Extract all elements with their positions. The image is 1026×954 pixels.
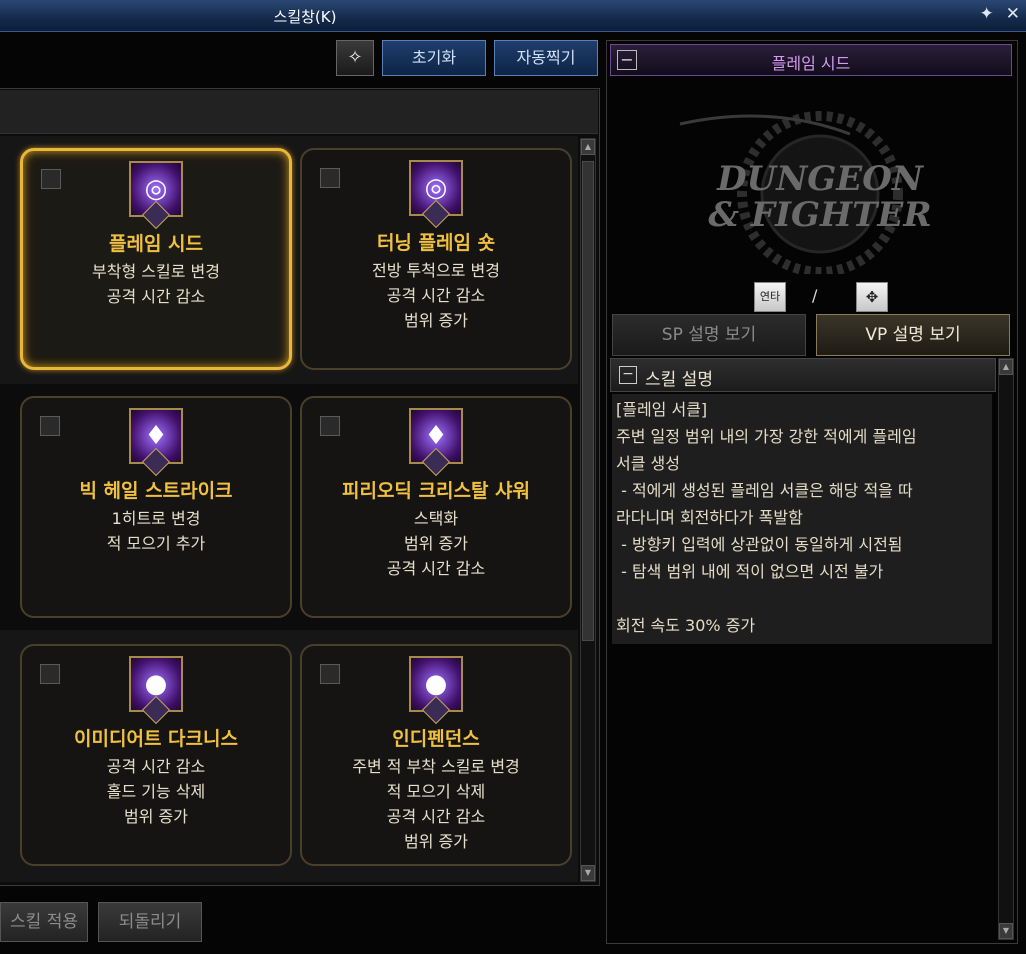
description-line: - 탐색 범위 내에 적이 없으면 시전 불가 [616, 562, 884, 581]
skill-name: 터닝 플레임 숏 [376, 232, 496, 254]
collapse-icon[interactable]: − [619, 366, 637, 384]
skill-checkbox[interactable] [40, 416, 60, 436]
title-bar: 스킬창(K) ✦ ✕ [0, 0, 1026, 32]
scroll-up-icon[interactable]: ▲ [999, 359, 1013, 375]
skill-name: 이미디어트 다크니스 [74, 728, 238, 750]
scroll-down-icon[interactable]: ▼ [581, 865, 595, 881]
orb-icon: ● [409, 656, 463, 725]
combo-button[interactable]: 연타 [754, 282, 786, 312]
skill-desc-line: 홀드 기능 삭제 [106, 782, 206, 801]
skill-desc-line: 1히트로 변경 [111, 509, 201, 528]
skill-description-header: − 스킬 설명 [610, 358, 996, 392]
skill-detail-header: − 플레임 시드 [610, 44, 1012, 76]
skill-desc-line: 적 모으기 삭제 [386, 782, 486, 801]
grade-i-badge-icon [141, 695, 171, 725]
tool-icon[interactable]: ✧ [336, 40, 374, 76]
skill-card-turning-flame-shot[interactable]: ◎ 터닝 플레임 숏 전방 투척으로 변경 공격 시간 감소 범위 증가 [300, 148, 572, 370]
skill-desc: 전방 투척으로 변경 공격 시간 감소 범위 증가 [302, 258, 570, 333]
scroll-thumb[interactable] [582, 161, 594, 641]
revert-button[interactable]: 되돌리기 [98, 902, 202, 942]
skill-description-label: 스킬 설명 [645, 370, 713, 390]
grade-ii-badge-icon [421, 447, 451, 477]
reset-button[interactable]: 초기화 [382, 40, 486, 76]
separator-slash: / [812, 286, 818, 305]
description-line: 서클 생성 [616, 454, 680, 473]
grade-i-badge-icon [141, 200, 171, 230]
description-line: [플레임 서클] [616, 400, 708, 419]
skill-description-text: [플레임 서클] 주변 일정 범위 내의 가장 강한 적에게 플레임 서클 생성… [612, 394, 992, 644]
grade-i-badge-icon [141, 447, 171, 477]
skill-detail-title: 플레임 시드 [771, 54, 851, 73]
skill-desc-line: 공격 시간 감소 [106, 757, 206, 776]
grade-ii-badge-icon [421, 199, 451, 229]
skill-desc-line: 스택화 [413, 509, 459, 528]
apply-skill-button[interactable]: 스킬 적용 [0, 902, 88, 942]
dungeon-fighter-logo: DUNGEON & FIGHTER [679, 111, 932, 274]
skill-card-periodic-crystal-shower[interactable]: ♦ 피리오딕 크리스탈 샤워 스택화 범위 증가 공격 시간 감소 [300, 396, 572, 618]
skill-desc: 공격 시간 감소 홀드 기능 삭제 범위 증가 [22, 754, 290, 829]
autolearn-button[interactable]: 자동찍기 [494, 40, 598, 76]
skill-card-independence[interactable]: ● 인디펜던스 주변 적 부착 스킬로 변경 적 모으기 삭제 공격 시간 감소… [300, 644, 572, 866]
skill-desc: 부착형 스킬로 변경 공격 시간 감소 [23, 259, 289, 309]
logo-line-1: DUNGEON [716, 159, 925, 199]
scroll-down-icon[interactable]: ▼ [999, 923, 1013, 939]
skill-desc-line: 공격 시간 감소 [386, 807, 486, 826]
tab-vp-description[interactable]: VP 설명 보기 [816, 314, 1010, 356]
skill-desc-line: 전방 투척으로 변경 [372, 261, 500, 280]
skill-desc-line: 범위 증가 [124, 807, 188, 826]
skill-card-flame-seed[interactable]: ◎ 플레임 시드 부착형 스킬로 변경 공격 시간 감소 [20, 148, 292, 370]
description-line: - 적에게 생성된 플레임 서클은 해당 적을 따 [616, 481, 913, 500]
skill-checkbox[interactable] [40, 664, 60, 684]
description-line: 주변 일정 범위 내의 가장 강한 적에게 플레임 [616, 427, 917, 446]
ring-icon: ◎ [409, 160, 463, 229]
skill-card-immediate-darkness[interactable]: ● 이미디어트 다크니스 공격 시간 감소 홀드 기능 삭제 범위 증가 [20, 644, 292, 866]
skill-desc-line: 범위 증가 [404, 311, 468, 330]
scroll-up-icon[interactable]: ▲ [581, 139, 595, 155]
description-line [616, 585, 988, 612]
crystal-icon: ♦ [129, 408, 183, 477]
skill-desc: 스택화 범위 증가 공격 시간 감소 [302, 506, 570, 581]
orb-icon: ● [129, 656, 183, 725]
move-arrows-icon[interactable]: ✥ [856, 282, 888, 312]
description-line: - 방향키 입력에 상관없이 동일하게 시전됨 [616, 535, 903, 554]
skill-desc-line: 범위 증가 [404, 534, 468, 553]
detail-scrollbar[interactable]: ▲ ▼ [998, 358, 1014, 940]
window-title: 스킬창(K) [273, 8, 337, 26]
skill-desc: 1히트로 변경 적 모으기 추가 [22, 506, 290, 556]
skill-name: 인디펜던스 [392, 728, 480, 750]
skill-checkbox[interactable] [320, 168, 340, 188]
logo-line-2: & FIGHTER [708, 195, 931, 235]
skill-desc-line: 공격 시간 감소 [386, 559, 486, 578]
close-icon[interactable]: ✕ [1006, 4, 1020, 24]
skill-desc-line: 공격 시간 감소 [106, 287, 206, 306]
toolbar: ✧ 초기화 자동찍기 [0, 34, 604, 84]
skill-card-big-hail-strike[interactable]: ♦ 빅 헤일 스트라이크 1히트로 변경 적 모으기 추가 [20, 396, 292, 618]
skill-desc: 주변 적 부착 스킬로 변경 적 모으기 삭제 공격 시간 감소 범위 증가 [302, 754, 570, 854]
skill-name: 플레임 시드 [108, 233, 203, 255]
ring-icon: ◎ [129, 161, 183, 230]
skill-checkbox[interactable] [41, 169, 61, 189]
skill-desc-line: 범위 증가 [404, 832, 468, 851]
description-line: 회전 속도 30% 증가 [616, 616, 756, 635]
pin-icon[interactable]: ✦ [980, 4, 994, 24]
skill-name: 빅 헤일 스트라이크 [79, 480, 233, 502]
skill-desc-line: 적 모으기 추가 [106, 534, 206, 553]
skill-checkbox[interactable] [320, 416, 340, 436]
description-line: 라다니며 회전하다가 폭발함 [616, 508, 803, 527]
skill-desc-line: 주변 적 부착 스킬로 변경 [352, 757, 520, 776]
skill-name: 피리오딕 크리스탈 샤워 [341, 480, 531, 502]
crystal-icon: ♦ [409, 408, 463, 477]
skill-list-scrollbar[interactable]: ▲ ▼ [580, 138, 596, 882]
skill-list-header [0, 90, 598, 134]
skill-desc-line: 공격 시간 감소 [386, 286, 486, 305]
grade-ii-badge-icon [421, 695, 451, 725]
tab-sp-description[interactable]: SP 설명 보기 [612, 314, 806, 356]
skill-checkbox[interactable] [320, 664, 340, 684]
skill-desc-line: 부착형 스킬로 변경 [92, 262, 220, 281]
